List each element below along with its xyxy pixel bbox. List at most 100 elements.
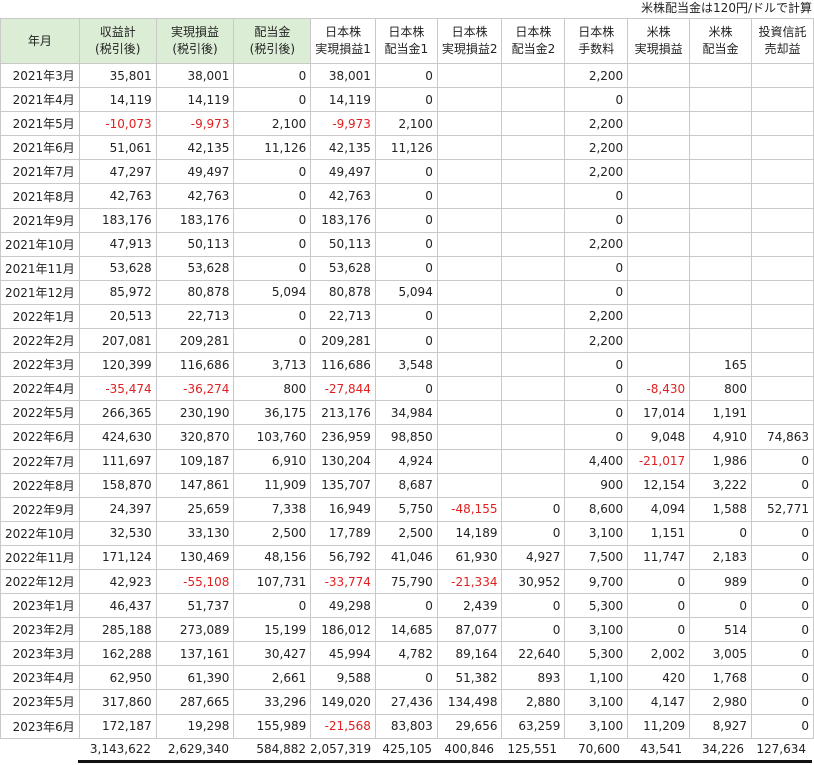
value-cell xyxy=(501,376,566,402)
column-header: 実現損益 (税引後) xyxy=(155,18,235,64)
total-value: 400,846 xyxy=(444,742,494,756)
value-cell: 4,094 xyxy=(627,496,691,522)
table-row: 2021年3月 35,801 38,001 0 38,001 0 2,200 xyxy=(0,62,814,89)
value-cell: 0 xyxy=(233,231,312,257)
value-cell: 11,209 xyxy=(627,713,691,739)
value-cell: 30,427 xyxy=(233,641,312,667)
value-cell: 155,989 xyxy=(233,713,312,739)
value-cell: 0 xyxy=(501,617,566,643)
value-cell: 183,176 xyxy=(310,207,376,233)
column-header: 日本株 手数料 xyxy=(564,18,629,64)
value-cell: 0 xyxy=(750,665,814,691)
value-cell: 0 xyxy=(233,303,312,330)
profit-table: 年月 収益計 (税引後) 実現損益 (税引後) 配当金 (税引後) 日本株 実現損益1 日本株 配当… xyxy=(0,18,814,739)
value-cell: 46,437 xyxy=(78,593,157,619)
value-cell xyxy=(689,279,752,305)
value-cell: 5,300 xyxy=(564,641,629,667)
value-cell: 17,789 xyxy=(310,520,376,546)
value-cell: 1,986 xyxy=(689,448,752,474)
month-cell: 2022年2月 xyxy=(0,328,80,354)
value-cell: 989 xyxy=(689,568,752,595)
value-cell: 4,400 xyxy=(564,448,629,474)
month-cell: 2022年3月 xyxy=(0,352,80,378)
month-cell: 2021年3月 xyxy=(0,62,80,89)
value-cell: 33,130 xyxy=(155,520,235,546)
value-cell: 14,119 xyxy=(78,87,157,113)
value-cell xyxy=(750,376,814,402)
value-cell: 0 xyxy=(750,689,814,715)
value-cell xyxy=(436,424,503,450)
value-cell: 116,686 xyxy=(155,352,235,378)
value-cell: 51,737 xyxy=(155,593,235,619)
value-cell xyxy=(436,303,503,330)
value-cell xyxy=(750,231,814,257)
value-cell: 50,113 xyxy=(310,231,376,257)
value-cell: 213,176 xyxy=(310,400,376,426)
value-cell: 2,183 xyxy=(689,544,752,570)
value-cell: 111,697 xyxy=(78,448,157,474)
value-cell xyxy=(436,207,503,233)
value-cell xyxy=(627,62,691,89)
header-row: 年月 収益計 (税引後) 実現損益 (税引後) 配当金 (税引後) 日本株 実現損益1 日本株 配当… xyxy=(0,18,814,64)
value-cell: 0 xyxy=(374,593,438,619)
value-cell: 98,850 xyxy=(374,424,438,450)
value-cell xyxy=(436,183,503,209)
value-cell xyxy=(689,135,752,161)
column-header: 日本株 配当金1 xyxy=(374,18,438,64)
month-cell: 2021年8月 xyxy=(0,183,80,209)
value-cell xyxy=(627,87,691,113)
table-row: 2021年8月 42,763 42,763 0 42,763 0 0 xyxy=(0,183,814,209)
value-cell: 103,760 xyxy=(233,424,312,450)
value-cell: 0 xyxy=(750,593,814,619)
value-cell xyxy=(689,159,752,185)
value-cell: 0 xyxy=(689,520,752,546)
month-cell: 2023年6月 xyxy=(0,713,80,739)
value-cell xyxy=(689,303,752,330)
total-value: 584,882 xyxy=(256,742,306,756)
value-cell: 285,188 xyxy=(78,617,157,643)
value-cell xyxy=(436,376,503,402)
value-cell xyxy=(436,400,503,426)
value-cell xyxy=(627,328,691,354)
column-header: 日本株 実現損益2 xyxy=(436,18,503,64)
value-cell xyxy=(501,328,566,354)
column-header: 米株 実現損益 xyxy=(627,18,691,64)
totals-row: 3,143,622 2,629,340 584,882 2,057,319 425,10… xyxy=(78,742,812,758)
value-cell: 61,930 xyxy=(436,544,503,570)
value-cell: 16,949 xyxy=(310,496,376,522)
table-row: 2022年7月 111,697 109,187 6,910 130,204 4,924 4,… xyxy=(0,448,814,474)
value-cell: 0 xyxy=(564,207,629,233)
value-cell xyxy=(501,279,566,305)
value-cell: 209,281 xyxy=(310,328,376,354)
value-cell: 8,927 xyxy=(689,713,752,739)
column-header-line2: (税引後) xyxy=(249,42,296,56)
value-cell xyxy=(689,255,752,281)
value-cell: 52,771 xyxy=(750,496,814,522)
value-cell xyxy=(501,400,566,426)
total-value: 43,541 xyxy=(640,742,682,756)
month-cell: 2022年12月 xyxy=(0,568,80,595)
month-cell: 2023年5月 xyxy=(0,689,80,715)
column-header-line2: (税引後) xyxy=(172,42,218,56)
value-cell: 20,513 xyxy=(78,303,157,330)
value-cell xyxy=(627,159,691,185)
value-cell xyxy=(750,400,814,426)
value-cell xyxy=(501,159,566,185)
value-cell: 3,005 xyxy=(689,641,752,667)
value-cell: 33,296 xyxy=(233,689,312,715)
column-header-line1: 実現損益 xyxy=(171,25,220,39)
value-cell xyxy=(501,424,566,450)
total-value: 2,057,319 xyxy=(310,742,372,756)
value-cell: 0 xyxy=(564,400,629,426)
month-cell: 2021年12月 xyxy=(0,279,80,305)
value-cell xyxy=(627,279,691,305)
value-cell xyxy=(750,87,814,113)
value-cell xyxy=(436,255,503,281)
value-cell: 514 xyxy=(689,617,752,643)
value-cell: 0 xyxy=(627,568,691,595)
value-cell: 74,863 xyxy=(750,424,814,450)
value-cell xyxy=(689,207,752,233)
value-cell: 230,190 xyxy=(155,400,235,426)
value-cell: 2,661 xyxy=(233,665,312,691)
value-cell: 893 xyxy=(501,665,566,691)
